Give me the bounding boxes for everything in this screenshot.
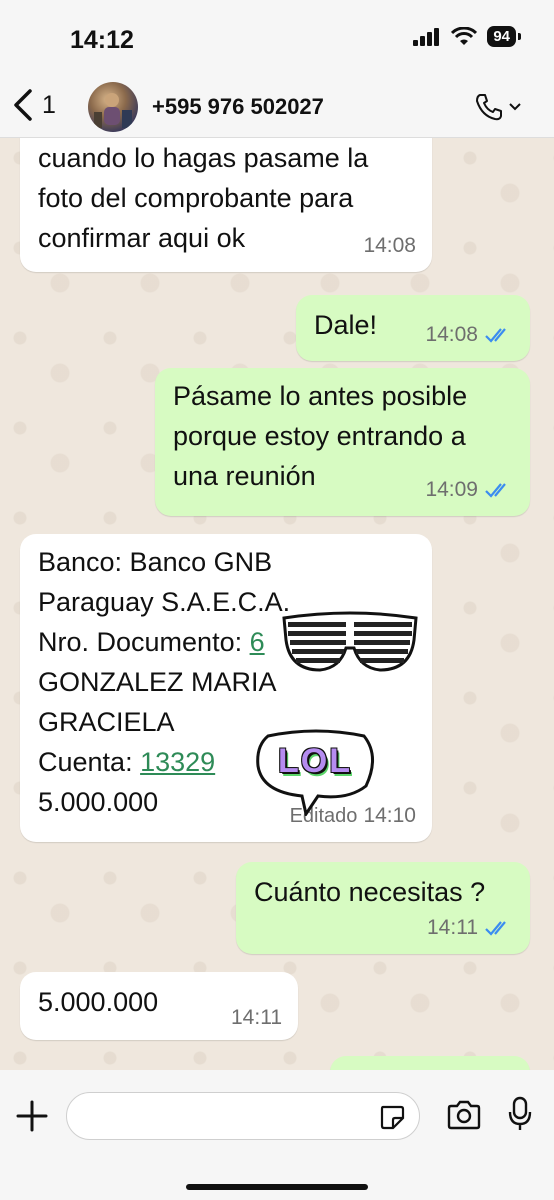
message-incoming[interactable]: cuando lo hagas pasame la foto del compr… bbox=[20, 138, 432, 272]
message-meta: 14:11 bbox=[231, 998, 282, 1038]
account-link[interactable]: 13329 bbox=[140, 747, 215, 777]
message-outgoing[interactable]: Cuánto necesitas ? 14:11 bbox=[236, 862, 530, 954]
message-outgoing[interactable]: Dale! 14:08 bbox=[296, 295, 530, 361]
status-bar: 14:12 94 bbox=[0, 0, 554, 80]
camera-button[interactable] bbox=[446, 1100, 482, 1135]
message-text: Pásame lo antes posible bbox=[173, 381, 468, 411]
camera-icon bbox=[447, 1100, 481, 1130]
read-ticks-icon bbox=[485, 328, 506, 343]
home-indicator bbox=[186, 1184, 368, 1190]
message-meta: 14:11 bbox=[427, 908, 514, 948]
chevron-left-icon bbox=[14, 89, 32, 121]
contact-name[interactable]: +595 976 502027 bbox=[152, 94, 324, 120]
message-text: Banco: Banco GNB bbox=[38, 547, 273, 577]
message-time: 14:08 bbox=[363, 234, 416, 257]
lol-text: LOL bbox=[278, 742, 352, 780]
lol-sticker: LOL bbox=[248, 726, 384, 816]
unread-count: 1 bbox=[42, 90, 56, 119]
message-time: 14:08 bbox=[425, 323, 478, 346]
message-text: foto del comprobante para bbox=[38, 183, 354, 213]
document-link[interactable]: 6 bbox=[250, 627, 265, 657]
read-ticks-icon bbox=[485, 921, 506, 936]
message-text: cuando lo hagas pasame la bbox=[38, 143, 369, 173]
battery-level: 94 bbox=[487, 26, 521, 47]
avatar[interactable] bbox=[88, 82, 138, 132]
phone-icon bbox=[476, 94, 502, 121]
message-text: confirmar aqui ok bbox=[38, 223, 246, 253]
message-input[interactable] bbox=[66, 1092, 420, 1140]
mic-button[interactable] bbox=[508, 1096, 532, 1137]
call-button[interactable] bbox=[474, 92, 522, 122]
message-time: 14:11 bbox=[231, 1006, 282, 1029]
signal-icon bbox=[413, 27, 440, 46]
status-time: 14:12 bbox=[70, 26, 134, 54]
message-text: Cuánto necesitas ? bbox=[254, 877, 486, 907]
plus-icon bbox=[16, 1100, 48, 1132]
message-meta: 14:08 bbox=[425, 315, 514, 355]
message-meta: 14:08 bbox=[363, 226, 416, 266]
message-outgoing[interactable]: Pásame lo antes posible porque estoy ent… bbox=[155, 368, 530, 516]
chevron-down-icon bbox=[509, 103, 521, 111]
microphone-icon bbox=[508, 1096, 532, 1130]
message-text: porque estoy entrando a bbox=[173, 421, 466, 451]
message-time: 14:11 bbox=[427, 916, 478, 939]
composer-bar bbox=[0, 1070, 554, 1200]
attach-button[interactable] bbox=[14, 1098, 50, 1139]
document-label: Nro. Documento: bbox=[38, 627, 250, 657]
account-label: Cuenta: bbox=[38, 747, 141, 777]
sticker-icon[interactable] bbox=[379, 1104, 405, 1130]
status-icons: 94 bbox=[413, 26, 521, 47]
back-button[interactable]: 1 bbox=[12, 88, 56, 122]
sunglasses-sticker bbox=[282, 611, 418, 672]
chat-header: 1 +595 976 502027 bbox=[0, 80, 554, 138]
message-incoming[interactable]: 5.000.000 14:11 bbox=[20, 972, 298, 1040]
wifi-icon bbox=[451, 26, 478, 45]
message-meta: 14:09 bbox=[425, 470, 514, 510]
read-ticks-icon bbox=[485, 483, 506, 498]
message-list[interactable]: cuando lo hagas pasame la foto del compr… bbox=[0, 138, 554, 1200]
message-time: 14:09 bbox=[425, 478, 478, 501]
